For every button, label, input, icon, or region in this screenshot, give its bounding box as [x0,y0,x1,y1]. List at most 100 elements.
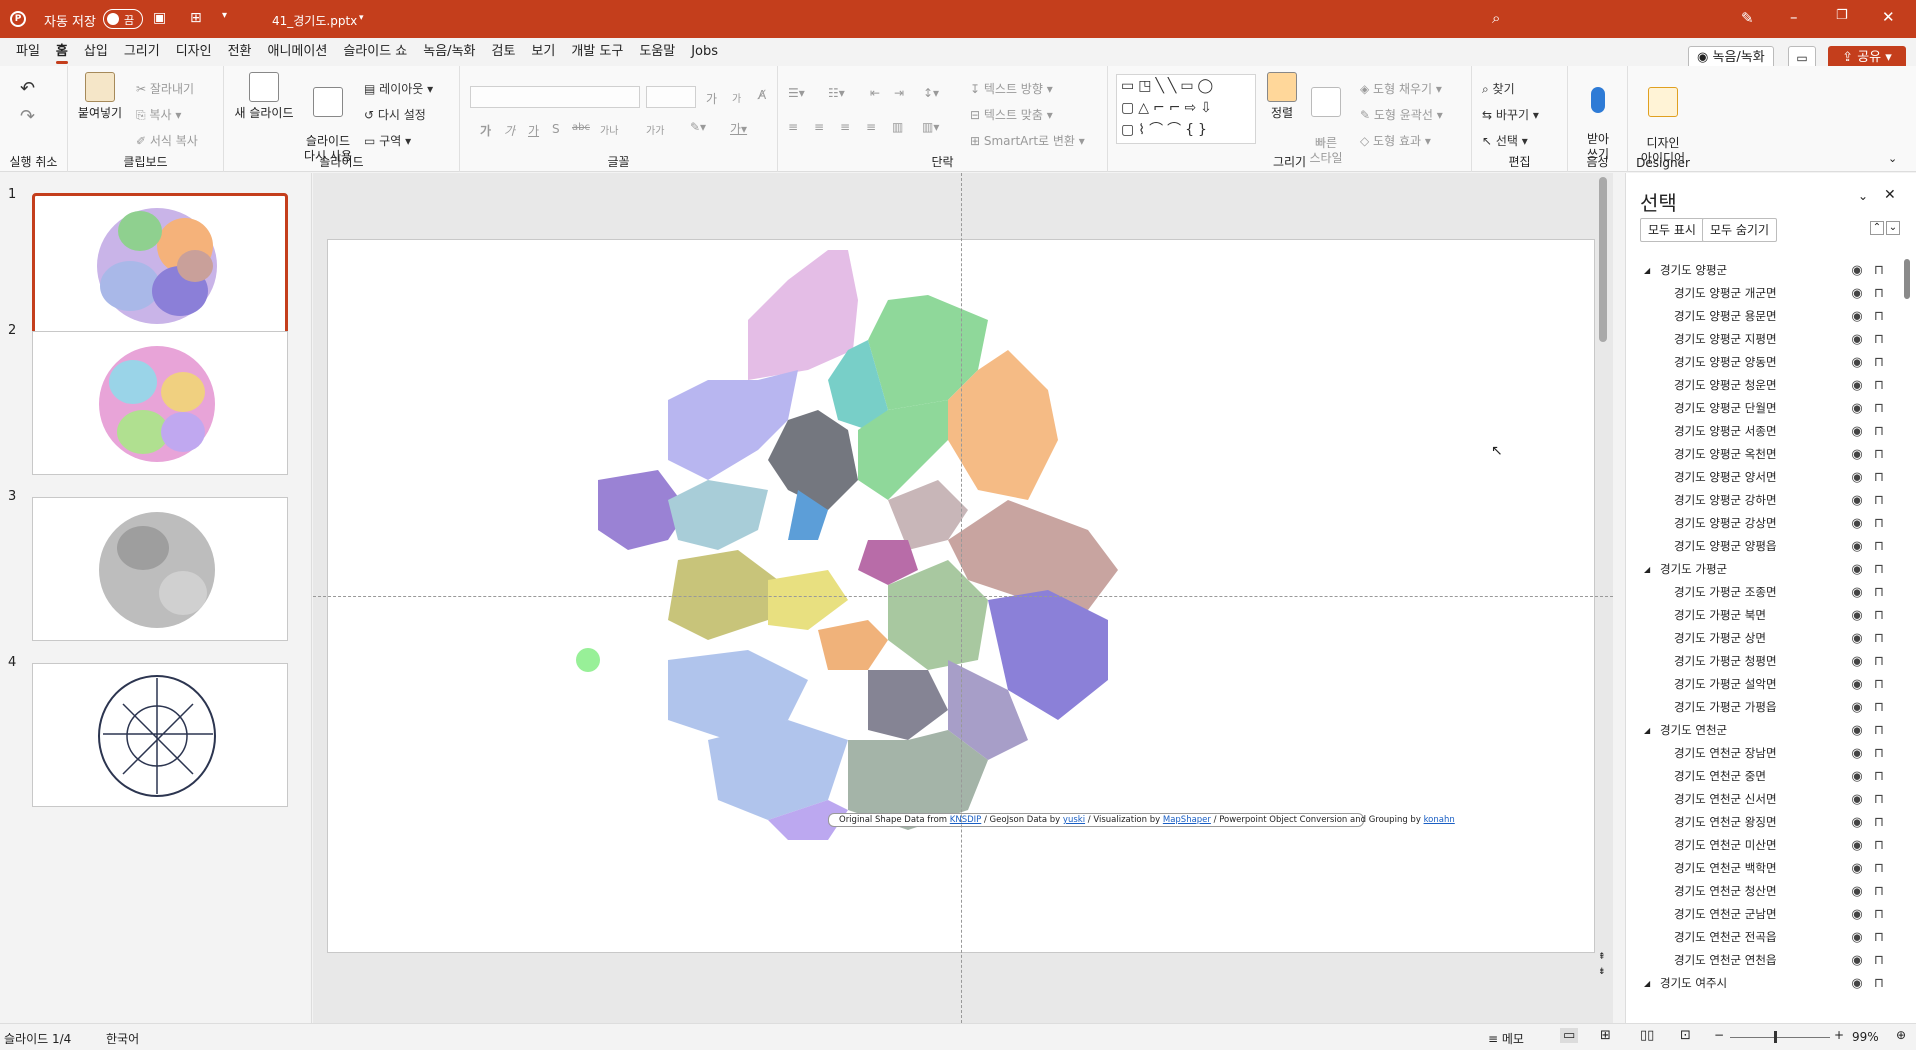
arrange-button[interactable]: 정렬 [1262,72,1302,121]
konahn-link[interactable]: konahn [1424,815,1455,825]
shadow-button[interactable]: S [552,122,560,136]
font-size-select[interactable] [646,86,696,108]
search-icon[interactable]: ⌕ [1492,9,1500,27]
save-icon[interactable]: ▣ [153,10,166,26]
menu-tab[interactable]: 슬라이드 쇼 [335,38,415,66]
selection-item[interactable]: 경기도 양평군 옥천면 ◉ ⊓ [1626,443,1901,466]
selection-group-item[interactable]: ◢ 경기도 여주시 ◉ ⊓ [1626,972,1901,995]
spacing-button[interactable]: 가나 [600,122,618,137]
selection-item[interactable]: 경기도 연천군 신서면 ◉ ⊓ [1626,788,1901,811]
shape-outline-button[interactable]: ✎ 도형 윤곽선 ▾ [1360,106,1443,123]
clear-format-icon[interactable]: A̸ [758,88,766,102]
cut-button[interactable]: ✂ 잘라내기 [136,80,194,97]
justify-icon[interactable]: ≡ [866,120,876,134]
knsdip-link[interactable]: KNSDIP [950,815,982,825]
selection-item[interactable]: 경기도 양평군 청운면 ◉ ⊓ [1626,374,1901,397]
normal-view-icon[interactable]: ▭ [1560,1028,1579,1043]
italic-button[interactable]: 가 [504,122,515,139]
visibility-eye-icon[interactable]: ◉ [1848,834,1866,857]
font-name-select[interactable] [470,86,640,108]
format-painter-button[interactable]: ✐ 서식 복사 [136,132,198,149]
lock-icon[interactable]: ⊓ [1870,742,1888,765]
visibility-eye-icon[interactable]: ◉ [1848,765,1866,788]
visibility-eye-icon[interactable]: ◉ [1848,857,1866,880]
vertical-scrollbar[interactable]: ⇞ ⇟ [1598,177,1607,977]
slide-sorter-icon[interactable]: ⊞ [1600,1028,1611,1043]
zoom-level[interactable]: 99% [1852,1030,1879,1044]
quick-styles-button[interactable]: 빠른 스타일 [1304,72,1348,166]
lock-icon[interactable]: ⊓ [1870,397,1888,420]
show-all-button[interactable]: 모두 표시 [1640,218,1704,242]
expand-triangle-icon[interactable]: ◢ [1644,259,1650,282]
slide-thumbnail-4[interactable] [32,663,288,807]
lock-icon[interactable]: ⊓ [1870,972,1888,995]
visibility-eye-icon[interactable]: ◉ [1848,811,1866,834]
language-indicator[interactable]: 한국어 [106,1030,139,1047]
selection-item[interactable]: 경기도 가평군 청평면 ◉ ⊓ [1626,650,1901,673]
section-button[interactable]: ▭ 구역 ▾ [364,132,411,149]
selection-item[interactable]: 경기도 양평군 단월면 ◉ ⊓ [1626,397,1901,420]
lock-icon[interactable]: ⊓ [1870,696,1888,719]
visibility-eye-icon[interactable]: ◉ [1848,535,1866,558]
copy-button[interactable]: ⎘ 복사 ▾ [136,106,181,123]
shape-fill-button[interactable]: ◈ 도형 채우기 ▾ [1360,80,1442,97]
lock-icon[interactable]: ⊓ [1870,834,1888,857]
visibility-eye-icon[interactable]: ◉ [1848,328,1866,351]
grow-font-button[interactable]: 가 [706,90,717,107]
underline-button[interactable]: 가 [528,122,539,139]
pane-close-icon[interactable]: ✕ [1884,187,1896,203]
scrollbar-thumb[interactable] [1599,177,1607,342]
minimize-icon[interactable]: – [1790,8,1798,26]
pane-options-icon[interactable]: ⌄ [1858,189,1868,203]
menu-tab[interactable]: 전환 [220,38,260,66]
decrease-indent-icon[interactable]: ⇤ [870,86,880,100]
bring-forward-icon[interactable]: ⌃ [1870,221,1884,235]
slideshow-icon[interactable]: ⊡ [1680,1028,1691,1043]
selection-scrollbar[interactable] [1904,229,1912,999]
selection-item[interactable]: 경기도 연천군 백학면 ◉ ⊓ [1626,857,1901,880]
visibility-eye-icon[interactable]: ◉ [1848,282,1866,305]
selection-group-item[interactable]: ◢ 경기도 연천군 ◉ ⊓ [1626,719,1901,742]
strike-button[interactable]: abc [572,122,590,133]
hide-all-button[interactable]: 모두 숨기기 [1702,218,1778,242]
increase-indent-icon[interactable]: ⇥ [894,86,904,100]
selection-item[interactable]: 경기도 가평군 설악면 ◉ ⊓ [1626,673,1901,696]
align-center-icon[interactable]: ≡ [814,120,824,134]
lock-icon[interactable]: ⊓ [1870,581,1888,604]
selection-item[interactable]: 경기도 양평군 개군면 ◉ ⊓ [1626,282,1901,305]
lock-icon[interactable]: ⊓ [1870,282,1888,305]
lock-icon[interactable]: ⊓ [1870,420,1888,443]
bullets-icon[interactable]: ☰▾ [788,86,805,100]
selection-item[interactable]: 경기도 양평군 양서면 ◉ ⊓ [1626,466,1901,489]
menu-tab[interactable]: 검토 [484,38,524,66]
selection-item[interactable]: 경기도 연천군 연천읍 ◉ ⊓ [1626,949,1901,972]
selection-group-item[interactable]: ◢ 경기도 가평군 ◉ ⊓ [1626,558,1901,581]
reset-button[interactable]: ↺ 다시 설정 [364,106,426,123]
visibility-eye-icon[interactable]: ◉ [1848,558,1866,581]
selection-item[interactable]: 경기도 연천군 왕징면 ◉ ⊓ [1626,811,1901,834]
visibility-eye-icon[interactable]: ◉ [1848,489,1866,512]
selection-item[interactable]: 경기도 양평군 양동면 ◉ ⊓ [1626,351,1901,374]
numbering-icon[interactable]: ☷▾ [828,86,845,100]
lock-icon[interactable]: ⊓ [1870,512,1888,535]
menu-tab[interactable]: Jobs [683,38,726,66]
selection-item[interactable]: 경기도 양평군 서종면 ◉ ⊓ [1626,420,1901,443]
close-icon[interactable]: ✕ [1882,8,1895,26]
fit-slide-icon[interactable]: ⊕ [1896,1028,1906,1042]
send-backward-icon[interactable]: ⌄ [1886,221,1900,235]
selection-item[interactable]: 경기도 연천군 장남면 ◉ ⊓ [1626,742,1901,765]
lock-icon[interactable]: ⊓ [1870,650,1888,673]
visibility-eye-icon[interactable]: ◉ [1848,650,1866,673]
file-name[interactable]: 41_경기도.pptx [272,12,357,29]
visibility-eye-icon[interactable]: ◉ [1848,673,1866,696]
lock-icon[interactable]: ⊓ [1870,305,1888,328]
lock-icon[interactable]: ⊓ [1870,673,1888,696]
lock-icon[interactable]: ⊓ [1870,443,1888,466]
paste-button[interactable]: 붙여넣기 [76,72,124,121]
restore-icon[interactable]: ❐ [1836,8,1848,23]
distribute-icon[interactable]: ▥ [892,120,903,134]
shapes-gallery[interactable]: ▭◳╲╲▭◯ ▢△⌐⌐⇨⇩ ▢⌇⌒⌒{} [1116,74,1256,144]
selection-item[interactable]: 경기도 가평군 가평읍 ◉ ⊓ [1626,696,1901,719]
selection-item[interactable]: 경기도 연천군 군남면 ◉ ⊓ [1626,903,1901,926]
design-ideas-button[interactable]: 디자인 아이디어 [1632,72,1694,166]
